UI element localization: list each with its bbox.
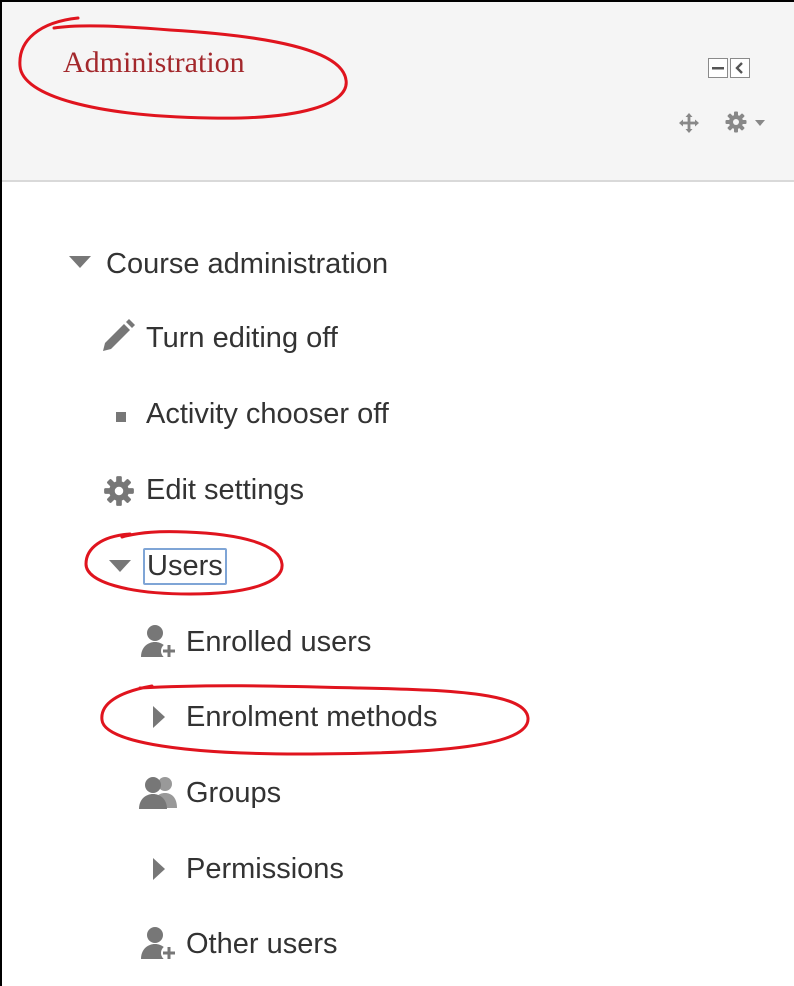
menu-item-label: Users <box>143 547 227 585</box>
gear-icon[interactable] <box>724 110 748 134</box>
user-add-icon <box>141 927 177 961</box>
triangle-down-icon[interactable] <box>108 559 132 573</box>
menu-item-edit-settings[interactable]: Edit settings <box>146 470 304 510</box>
dock-icon[interactable] <box>730 58 750 78</box>
group-icon <box>139 777 177 809</box>
menu-item-label: Enrolled users <box>186 625 372 658</box>
block-title: Administration <box>63 46 245 79</box>
triangle-right-icon[interactable] <box>152 857 166 881</box>
menu-item-other-users[interactable]: Other users <box>186 924 338 964</box>
menu-item-label: Activity chooser off <box>146 397 389 430</box>
gear-icon <box>104 476 134 506</box>
menu-item-label: Permissions <box>186 852 344 885</box>
bullet-icon <box>116 412 126 422</box>
triangle-down-icon[interactable] <box>68 255 92 269</box>
menu-item-enrolment-methods[interactable]: Enrolment methods <box>186 697 437 737</box>
user-add-icon <box>141 625 177 659</box>
caret-down-icon[interactable] <box>754 119 766 127</box>
menu-item-label: Edit settings <box>146 473 304 506</box>
administration-block: Administration Course administration Tur… <box>0 0 794 986</box>
pencil-icon <box>103 319 135 351</box>
menu-item-label: Course administration <box>106 247 389 280</box>
menu-item-permissions[interactable]: Permissions <box>186 849 344 889</box>
menu-item-label: Turn editing off <box>146 321 338 354</box>
block-header: Administration <box>2 2 794 182</box>
menu-item-label: Enrolment methods <box>186 700 438 733</box>
menu-item-label: Groups <box>186 776 282 809</box>
minimize-icon[interactable] <box>708 58 728 78</box>
menu-item-turn-editing-off[interactable]: Turn editing off <box>146 318 338 358</box>
menu-item-enrolled-users[interactable]: Enrolled users <box>186 622 371 662</box>
menu-item-activity-chooser-off[interactable]: Activity chooser off <box>146 394 389 434</box>
move-icon[interactable] <box>678 112 700 134</box>
triangle-right-icon[interactable] <box>152 705 166 729</box>
menu-item-label: Other users <box>186 927 338 960</box>
menu-item-users[interactable]: Users <box>143 546 227 586</box>
menu-item-groups[interactable]: Groups <box>186 773 281 813</box>
menu-item-course-administration[interactable]: Course administration <box>106 244 388 284</box>
